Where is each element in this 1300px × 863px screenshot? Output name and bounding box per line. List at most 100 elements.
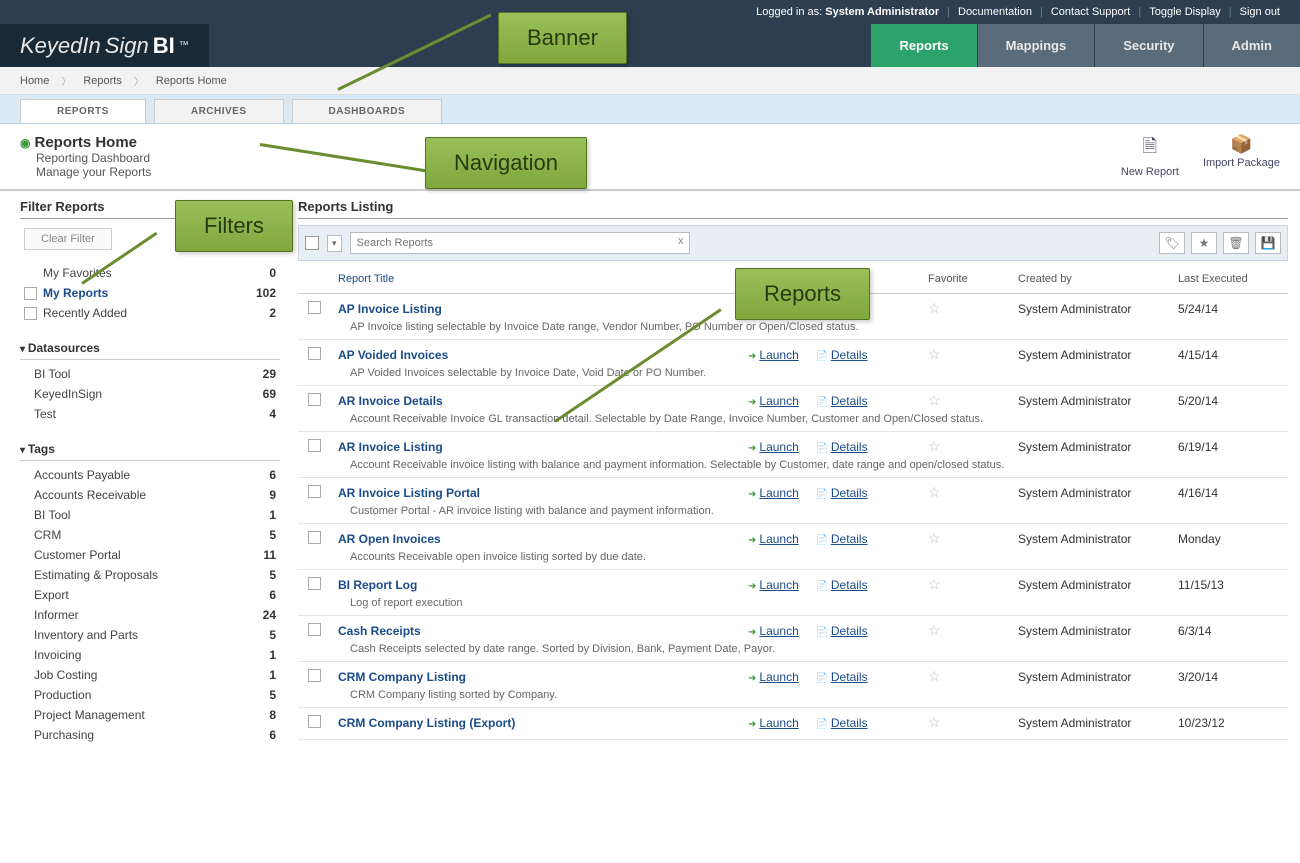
subtab-archives[interactable]: ARCHIVES <box>154 99 284 123</box>
col-report-title[interactable]: Report Title <box>338 273 748 285</box>
details-link[interactable]: Details <box>815 394 867 408</box>
row-checkbox[interactable] <box>308 485 321 498</box>
launch-link[interactable]: Launch <box>748 716 799 730</box>
subtab-dashboards[interactable]: DASHBOARDS <box>292 99 443 123</box>
tag-item[interactable]: Accounts Payable <box>24 468 130 482</box>
details-link[interactable]: Details <box>815 440 867 454</box>
tag-item[interactable]: Customer Portal <box>24 548 121 562</box>
launch-link[interactable]: Launch <box>748 394 799 408</box>
table-row: AR Invoice Details Launch Details ☆ Syst… <box>298 386 1288 432</box>
breadcrumb-reports-home[interactable]: Reports Home <box>156 75 227 87</box>
favorite-button[interactable]: ★ <box>1191 232 1217 254</box>
tag-item[interactable]: Job Costing <box>24 668 97 682</box>
report-title-link[interactable]: AR Invoice Listing Portal <box>338 486 480 500</box>
filter-item[interactable]: My Reports <box>43 286 108 300</box>
details-link[interactable]: Details <box>815 716 867 730</box>
link-contact-support[interactable]: Contact Support <box>1051 6 1131 18</box>
tag-button[interactable]: 🏷 <box>1159 232 1185 254</box>
details-link[interactable]: Details <box>815 670 867 684</box>
nav-mappings[interactable]: Mappings <box>977 24 1095 67</box>
save-button[interactable]: 💾 <box>1255 232 1281 254</box>
details-link[interactable]: Details <box>815 624 867 638</box>
favorite-star-icon[interactable]: ☆ <box>928 576 941 592</box>
favorite-star-icon[interactable]: ☆ <box>928 438 941 454</box>
favorite-star-icon[interactable]: ☆ <box>928 668 941 684</box>
select-dropdown[interactable]: ▾ <box>327 235 342 252</box>
datasources-title[interactable]: Datasources <box>20 337 280 360</box>
subtab-reports[interactable]: REPORTS <box>20 99 146 123</box>
launch-link[interactable]: Launch <box>748 532 799 546</box>
tag-item[interactable]: CRM <box>24 528 61 542</box>
report-title-link[interactable]: CRM Company Listing <box>338 670 466 684</box>
breadcrumb-reports[interactable]: Reports <box>83 75 122 87</box>
tag-item[interactable]: Project Management <box>24 708 145 722</box>
report-title-link[interactable]: Cash Receipts <box>338 624 421 638</box>
tags-title[interactable]: Tags <box>20 438 280 461</box>
link-sign-out[interactable]: Sign out <box>1240 6 1280 18</box>
report-title-link[interactable]: CRM Company Listing (Export) <box>338 716 515 730</box>
tag-item[interactable]: Invoicing <box>24 648 81 662</box>
chevron-icon: 〉 <box>134 73 144 88</box>
report-title-link[interactable]: AR Invoice Details <box>338 394 443 408</box>
report-title-link[interactable]: BI Report Log <box>338 578 417 592</box>
search-input[interactable] <box>350 232 690 254</box>
datasource-item[interactable]: BI Tool <box>24 367 70 381</box>
report-title-link[interactable]: AP Invoice Listing <box>338 302 442 316</box>
report-title-link[interactable]: AP Voided Invoices <box>338 348 448 362</box>
row-checkbox[interactable] <box>308 623 321 636</box>
datasource-item[interactable]: Test <box>24 407 56 421</box>
clear-filter-button[interactable]: Clear Filter <box>24 228 112 250</box>
report-title-link[interactable]: AR Open Invoices <box>338 532 441 546</box>
new-report-button[interactable]: 🗎 New Report <box>1121 134 1179 178</box>
link-toggle-display[interactable]: Toggle Display <box>1149 6 1221 18</box>
import-package-button[interactable]: 📦 Import Package <box>1203 134 1280 178</box>
details-link[interactable]: Details <box>815 486 867 500</box>
tag-item[interactable]: Production <box>24 688 91 702</box>
favorite-star-icon[interactable]: ☆ <box>928 392 941 408</box>
row-checkbox[interactable] <box>308 347 321 360</box>
favorite-star-icon[interactable]: ☆ <box>928 714 941 730</box>
filter-item[interactable]: Recently Added <box>43 306 127 320</box>
tag-item[interactable]: Estimating & Proposals <box>24 568 158 582</box>
nav-security[interactable]: Security <box>1094 24 1202 67</box>
launch-link[interactable]: Launch <box>748 440 799 454</box>
last-executed: 10/23/12 <box>1178 716 1278 730</box>
row-checkbox[interactable] <box>308 439 321 452</box>
tag-item[interactable]: Export <box>24 588 69 602</box>
clear-search-icon[interactable]: x <box>678 235 684 247</box>
filter-checkbox[interactable] <box>24 287 37 300</box>
favorite-star-icon[interactable]: ☆ <box>928 484 941 500</box>
launch-link[interactable]: Launch <box>748 624 799 638</box>
tag-item[interactable]: Informer <box>24 608 79 622</box>
link-documentation[interactable]: Documentation <box>958 6 1032 18</box>
tag-item[interactable]: Inventory and Parts <box>24 628 138 642</box>
row-checkbox[interactable] <box>308 393 321 406</box>
report-title-link[interactable]: AR Invoice Listing <box>338 440 443 454</box>
row-checkbox[interactable] <box>308 715 321 728</box>
filter-checkbox[interactable] <box>24 307 37 320</box>
select-all-checkbox[interactable] <box>305 236 319 250</box>
launch-link[interactable]: Launch <box>748 486 799 500</box>
favorite-star-icon[interactable]: ☆ <box>928 346 941 362</box>
nav-admin[interactable]: Admin <box>1203 24 1300 67</box>
details-link[interactable]: Details <box>815 348 867 362</box>
nav-reports[interactable]: Reports <box>870 24 976 67</box>
tag-item[interactable]: Purchasing <box>24 728 94 742</box>
details-link[interactable]: Details <box>815 532 867 546</box>
delete-button[interactable]: 🗑 <box>1223 232 1249 254</box>
row-checkbox[interactable] <box>308 301 321 314</box>
row-checkbox[interactable] <box>308 577 321 590</box>
favorite-star-icon[interactable]: ☆ <box>928 622 941 638</box>
row-checkbox[interactable] <box>308 531 321 544</box>
details-link[interactable]: Details <box>815 578 867 592</box>
row-checkbox[interactable] <box>308 669 321 682</box>
tag-item[interactable]: Accounts Receivable <box>24 488 146 502</box>
launch-link[interactable]: Launch <box>748 670 799 684</box>
launch-link[interactable]: Launch <box>748 348 799 362</box>
favorite-star-icon[interactable]: ☆ <box>928 300 941 316</box>
breadcrumb-home[interactable]: Home <box>20 75 49 87</box>
datasource-item[interactable]: KeyedInSign <box>24 387 102 401</box>
tag-item[interactable]: BI Tool <box>24 508 70 522</box>
favorite-star-icon[interactable]: ☆ <box>928 530 941 546</box>
launch-link[interactable]: Launch <box>748 578 799 592</box>
